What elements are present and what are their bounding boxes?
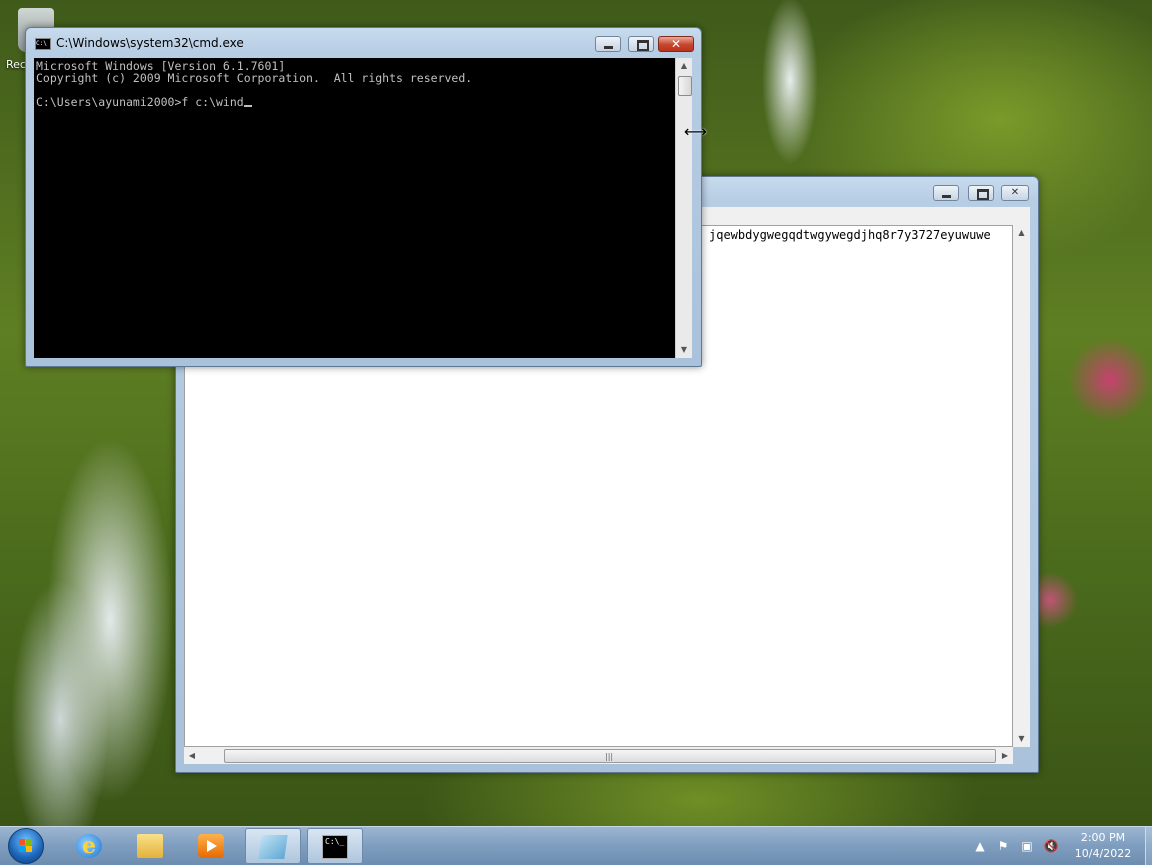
cmd-maximize-button[interactable]	[628, 36, 654, 52]
notepad-close-button[interactable]: ✕	[1001, 185, 1029, 201]
recycle-bin-label[interactable]: Rec	[6, 58, 26, 71]
media-player-icon	[198, 834, 224, 858]
taskbar-cmd[interactable]: C:\_	[307, 828, 363, 864]
action-center-flag-icon[interactable]: ⚑	[995, 838, 1011, 854]
scroll-down-arrow-icon[interactable]: ▼	[676, 342, 692, 358]
notepad-horizontal-scrollbar[interactable]: ◀ ||| ▶	[184, 747, 1013, 764]
minimize-icon	[604, 46, 613, 49]
maximize-icon	[637, 40, 649, 51]
console-prompt-line[interactable]: C:\Users\ayunami2000>f c:\wind	[36, 96, 675, 108]
taskbar-file-explorer[interactable]	[123, 828, 179, 864]
notepad-icon	[258, 835, 288, 859]
console-line: Copyright (c) 2009 Microsoft Corporation…	[36, 71, 473, 85]
clock-date: 10/4/2022	[1074, 847, 1132, 860]
taskbar-media-player[interactable]	[184, 828, 240, 864]
scroll-up-arrow-icon[interactable]: ▲	[676, 58, 692, 74]
horizontal-scroll-thumb[interactable]: |||	[224, 749, 996, 763]
notepad-vertical-scrollbar[interactable]: ▲ ▼	[1013, 225, 1030, 747]
scroll-down-arrow-icon[interactable]: ▼	[1013, 731, 1030, 747]
maximize-icon	[977, 189, 989, 200]
scroll-left-arrow-icon[interactable]: ◀	[184, 747, 200, 764]
show-desktop-button[interactable]	[1145, 827, 1152, 865]
network-icon[interactable]: ▣	[1019, 838, 1035, 854]
grip-icon: |||	[605, 752, 614, 761]
resize-horizontal-cursor-icon: ⟷	[684, 122, 707, 141]
console-input-text: C:\Users\ayunami2000>f c:\wind	[36, 95, 244, 109]
console-output[interactable]: Microsoft Windows [Version 6.1.7601] Copy…	[34, 58, 675, 358]
taskbar: e C:\_ ▲ ⚑ ▣ 🔇 2:00 PM 10/4/2022	[0, 826, 1152, 865]
internet-explorer-icon: e	[76, 834, 102, 858]
clock-time: 2:00 PM	[1080, 831, 1126, 844]
text-cursor	[243, 105, 252, 107]
scroll-up-arrow-icon[interactable]: ▲	[1013, 225, 1030, 241]
folder-icon	[137, 834, 163, 858]
close-icon: ✕	[1010, 187, 1020, 198]
volume-muted-icon[interactable]: 🔇	[1043, 838, 1059, 854]
cmd-minimize-button[interactable]	[595, 36, 621, 52]
windows-logo-icon	[19, 839, 33, 853]
console-icon: C:\	[35, 38, 51, 50]
vertical-scroll-thumb[interactable]	[678, 76, 692, 96]
notepad-minimize-button[interactable]	[933, 185, 959, 201]
console-icon: C:\_	[322, 835, 348, 859]
cmd-title: C:\Windows\system32\cmd.exe	[56, 36, 244, 50]
cmd-window[interactable]: C:\ C:\Windows\system32\cmd.exe ✕ Micros…	[25, 27, 702, 367]
taskbar-notepad[interactable]	[245, 828, 301, 864]
cmd-vertical-scrollbar[interactable]: ▲ ▼	[675, 58, 692, 358]
notepad-maximize-button[interactable]	[968, 185, 994, 201]
cmd-titlebar[interactable]: C:\ C:\Windows\system32\cmd.exe ✕	[26, 28, 701, 56]
cmd-close-button[interactable]: ✕	[658, 36, 694, 52]
clock[interactable]: 2:00 PM 10/4/2022	[1068, 830, 1138, 862]
close-icon: ✕	[670, 37, 682, 51]
start-button[interactable]	[8, 828, 44, 864]
minimize-icon	[942, 195, 951, 198]
taskbar-internet-explorer[interactable]: e	[62, 828, 118, 864]
scroll-right-arrow-icon[interactable]: ▶	[997, 747, 1013, 764]
show-hidden-icons-button[interactable]: ▲	[972, 838, 988, 854]
notepad-text: jqewbdygwegqdtwgywegdjhq8r7y3727eyuwuwe	[709, 228, 991, 242]
